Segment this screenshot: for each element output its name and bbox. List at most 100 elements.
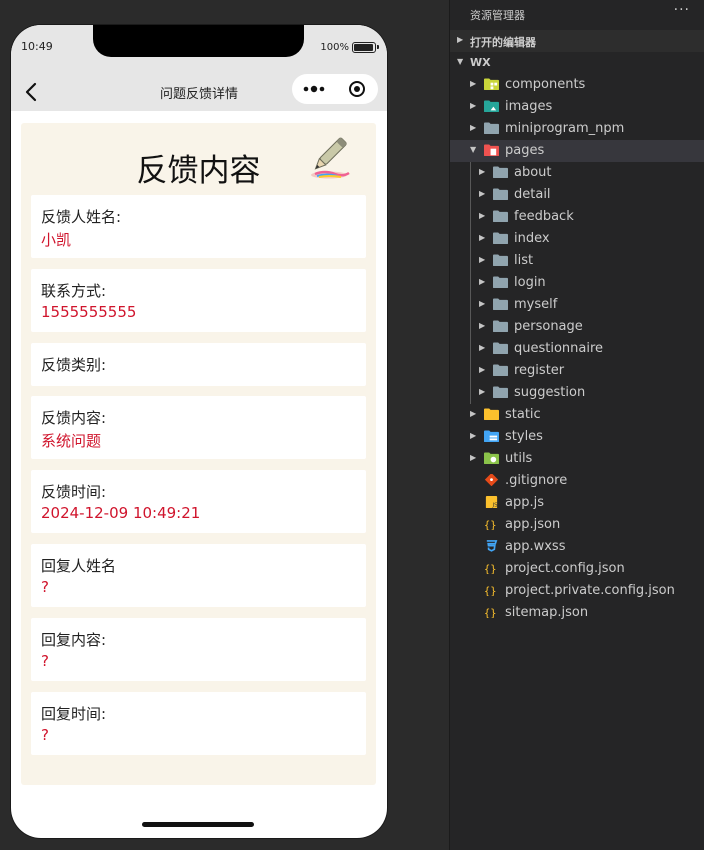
field-value: ? [41,726,49,744]
tree-item-pages[interactable]: ▼ pages [450,140,704,162]
json-file-icon: {} [484,562,499,575]
folder-icon [493,276,508,289]
more-actions-icon[interactable]: ··· [674,2,690,18]
json-file-icon: {} [484,606,499,619]
chevron-right-icon: ▶ [479,321,486,330]
tree-item-sitemap-json[interactable]: {} sitemap.json [450,602,704,624]
js-file-icon: JS [484,496,499,509]
chevron-down-icon: ▼ [457,57,464,66]
styles-folder-icon [484,430,499,443]
folder-icon [493,254,508,267]
tree-item-index[interactable]: ▶ index [450,228,704,250]
status-bar: 10:49 100% [11,25,387,73]
chevron-right-icon: ▶ [479,365,486,374]
indent-guide [470,162,471,404]
tree-item-app-js[interactable]: JS app.js [450,492,704,514]
tree-item-about[interactable]: ▶ about [450,162,704,184]
chevron-right-icon: ▶ [470,101,477,110]
tree-item-components[interactable]: ▶ components [450,74,704,96]
tree-item-app-json[interactable]: {} app.json [450,514,704,536]
field-label: 回复人姓名 [41,557,117,575]
camera-notch [93,25,304,57]
folder-icon [493,166,508,179]
tree-item-feedback[interactable]: ▶ feedback [450,206,704,228]
tree-item-personage[interactable]: ▶ personage [450,316,704,338]
field-card-content: 反馈内容: 系统问题 [31,396,366,459]
chevron-down-icon: ▼ [470,145,477,154]
tree-item-label: components [505,77,586,92]
chevron-right-icon: ▶ [470,79,477,88]
tree-item-label: app.wxss [505,539,566,554]
home-indicator[interactable] [142,822,254,827]
folder-icon [493,320,508,333]
field-label: 回复时间: [41,705,107,723]
open-editors-section[interactable]: ▶ 打开的编辑器 [450,30,704,52]
tree-item-label: utils [505,451,533,466]
status-time: 10:49 [21,40,53,53]
tree-item-label: styles [505,429,543,444]
tree-item-questionnaire[interactable]: ▶ questionnaire [450,338,704,360]
field-card-time: 反馈时间: 2024-12-09 10:49:21 [31,470,366,533]
field-card-contact: 联系方式: 1555555555 [31,269,366,332]
folder-icon [493,232,508,245]
tree-item-miniprogram-npm[interactable]: ▶ miniprogram_npm [450,118,704,140]
svg-text:{}: {} [484,607,496,618]
tree-item-project-private-config-json[interactable]: {} project.private.config.json [450,580,704,602]
chevron-right-icon: ▶ [470,453,477,462]
close-miniprogram-icon[interactable] [348,80,366,98]
field-label: 反馈类别: [41,356,107,374]
tree-item-static[interactable]: ▶ static [450,404,704,426]
field-card-reply-content: 回复内容: ? [31,618,366,681]
tree-item-suggestion[interactable]: ▶ suggestion [450,382,704,404]
chevron-right-icon: ▶ [479,189,486,198]
section-label: 打开的编辑器 [470,36,536,49]
menu-capsule [292,74,378,104]
tree-item-images[interactable]: ▶ images [450,96,704,118]
images-folder-icon [484,100,499,113]
tree-item-label: static [505,407,541,422]
battery-percent: 100% [320,42,349,53]
tree-item-label: sitemap.json [505,605,589,620]
tree-item-label: app.json [505,517,561,532]
tree-item-gitignore[interactable]: .gitignore [450,470,704,492]
tree-item-myself[interactable]: ▶ myself [450,294,704,316]
folder-icon [493,210,508,223]
css-file-icon [484,540,499,553]
utils-folder-icon [484,452,499,465]
chevron-right-icon: ▶ [479,387,486,396]
folder-icon [493,298,508,311]
pen-illustration-icon [311,137,350,179]
field-card-submitter-name: 反馈人姓名: 小凯 [31,195,366,258]
json-file-icon: {} [484,518,499,531]
tree-item-register[interactable]: ▶ register [450,360,704,382]
tree-item-label: images [505,99,553,114]
tree-item-detail[interactable]: ▶ detail [450,184,704,206]
tree-item-label: miniprogram_npm [505,121,625,136]
chevron-right-icon: ▶ [479,255,486,264]
git-icon [484,472,499,487]
feedback-detail-panel: 反馈内容 反馈人姓名: 小凯 联系方式: 1555555555 反馈类别: 反馈… [21,123,376,785]
tree-item-list[interactable]: ▶ list [450,250,704,272]
tree-item-styles[interactable]: ▶ styles [450,426,704,448]
more-dots-icon[interactable] [303,81,327,97]
chevron-right-icon: ▶ [479,167,486,176]
field-value: 小凯 [41,231,72,249]
field-card-replier-name: 回复人姓名 ? [31,544,366,607]
tree-item-app-wxss[interactable]: app.wxss [450,536,704,558]
workspace-root-section[interactable]: ▼ WX [450,52,704,74]
tree-item-label: pages [505,143,545,158]
tree-item-label: app.js [505,495,544,510]
json-file-icon: {} [484,584,499,597]
tree-item-project-config-json[interactable]: {} project.config.json [450,558,704,580]
tree-item-utils[interactable]: ▶ utils [450,448,704,470]
tree-item-label: project.config.json [505,561,625,576]
tree-item-label: myself [514,297,558,312]
field-card-category: 反馈类别: [31,343,366,386]
chevron-right-icon: ▶ [470,123,477,132]
field-label: 回复内容: [41,631,107,649]
chevron-right-icon: ▶ [470,431,477,440]
tree-item-login[interactable]: ▶ login [450,272,704,294]
file-explorer: 资源管理器 ··· ▶ 打开的编辑器 ▼ WX ▶ components ▶ imag… [449,0,704,850]
tree-item-label: detail [514,187,551,202]
chevron-right-icon: ▶ [479,277,486,286]
